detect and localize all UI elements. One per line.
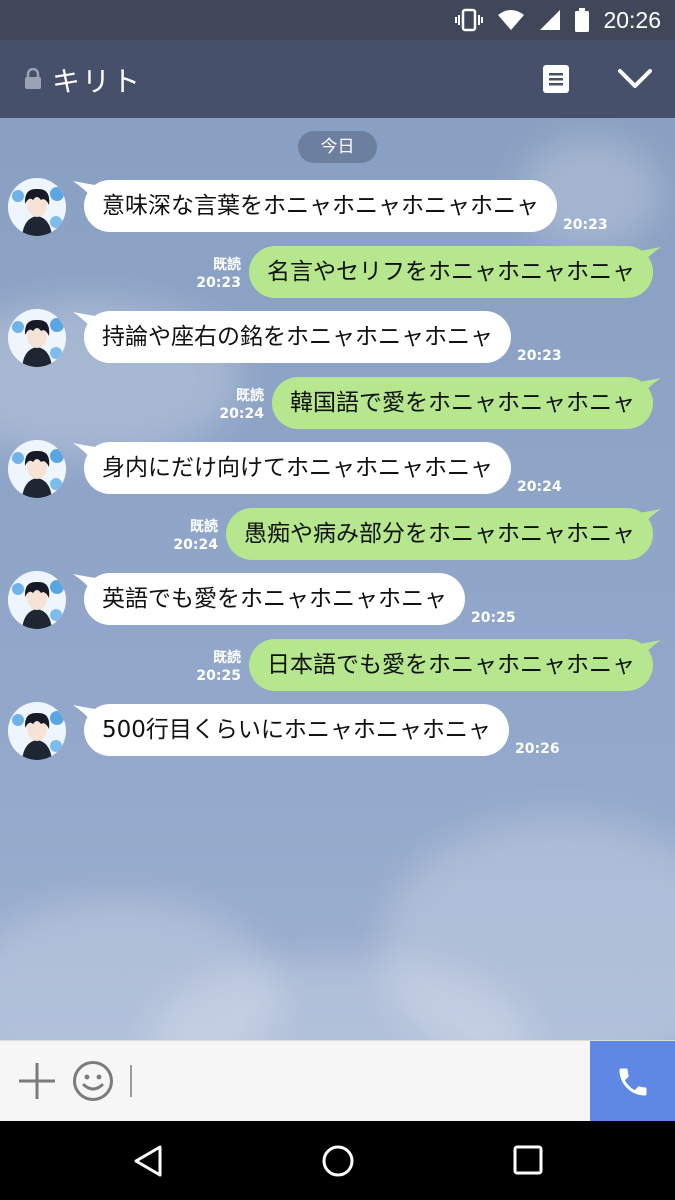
read-label: 既読 xyxy=(213,650,241,666)
message-time: 20:23 xyxy=(517,348,562,364)
read-receipt: 既読 20:24 xyxy=(156,518,218,554)
message-bubble-received[interactable]: 英語でも愛をホニャホニャホニャ xyxy=(84,573,465,625)
recent-apps-icon[interactable] xyxy=(511,1143,545,1177)
message-bubble-sent[interactable]: 日本語でも愛をホニャホニャホニャ xyxy=(249,639,653,691)
message-time: 20:23 xyxy=(196,275,241,291)
lock-icon xyxy=(25,68,41,89)
message-bubble-received[interactable]: 身内にだけ向けてホニャホニャホニャ xyxy=(84,442,511,494)
smile-icon[interactable] xyxy=(72,1060,114,1102)
status-bar: 20:26 xyxy=(0,0,675,40)
message-time: 20:25 xyxy=(196,668,241,684)
navigation-bar xyxy=(0,1121,675,1200)
chat-area[interactable]: 今日 意味深な言葉をホニャホニャホニャホニャ 20:23 名言やセリフをホニャホニャ… xyxy=(0,118,675,1040)
message-time: 20:23 xyxy=(563,217,608,233)
back-icon[interactable] xyxy=(130,1143,166,1179)
battery-icon xyxy=(575,8,590,32)
message-input[interactable] xyxy=(130,1065,132,1097)
avatar[interactable] xyxy=(8,309,66,367)
message-bubble-sent[interactable]: 愚痴や病み部分をホニャホニャホニャ xyxy=(226,508,653,560)
date-separator: 今日 xyxy=(298,131,377,163)
home-icon[interactable] xyxy=(320,1143,356,1179)
message-bubble-received[interactable]: 持論や座右の銘をホニャホニャホニャ xyxy=(84,311,511,363)
read-label: 既読 xyxy=(213,257,241,273)
message-time: 20:25 xyxy=(471,610,516,626)
chat-title: キリト xyxy=(52,65,143,98)
message-time: 20:24 xyxy=(219,406,264,422)
input-bar xyxy=(0,1040,675,1122)
signal-icon xyxy=(540,10,561,30)
read-label: 既読 xyxy=(190,519,218,535)
avatar[interactable] xyxy=(8,702,66,760)
chat-header: キリト xyxy=(0,40,675,118)
message-bubble-received[interactable]: 500行目くらいにホニャホニャホニャ xyxy=(84,704,509,756)
message-bubble-sent[interactable]: 名言やセリフをホニャホニャホニャ xyxy=(249,246,653,298)
avatar[interactable] xyxy=(8,571,66,629)
message-time: 20:26 xyxy=(515,741,560,757)
read-receipt: 既読 20:23 xyxy=(179,256,241,292)
read-receipt: 既読 20:25 xyxy=(179,649,241,685)
vibrate-icon xyxy=(455,8,484,32)
message-bubble-sent[interactable]: 韓国語で愛をホニャホニャホニャ xyxy=(272,377,653,429)
avatar[interactable] xyxy=(8,178,66,236)
read-receipt: 既読 20:24 xyxy=(202,387,264,423)
message-time: 20:24 xyxy=(517,479,562,495)
message-time: 20:24 xyxy=(173,537,218,553)
status-time: 20:26 xyxy=(603,6,661,33)
call-button[interactable] xyxy=(590,1041,675,1122)
memo-icon[interactable] xyxy=(542,64,570,94)
chevron-down-icon[interactable] xyxy=(617,68,653,90)
plus-icon[interactable] xyxy=(17,1061,57,1101)
message-bubble-received[interactable]: 意味深な言葉をホニャホニャホニャホニャ xyxy=(84,180,557,232)
wifi-icon xyxy=(498,10,525,30)
avatar[interactable] xyxy=(8,440,66,498)
read-label: 既読 xyxy=(236,388,264,404)
phone-icon xyxy=(619,1068,646,1095)
